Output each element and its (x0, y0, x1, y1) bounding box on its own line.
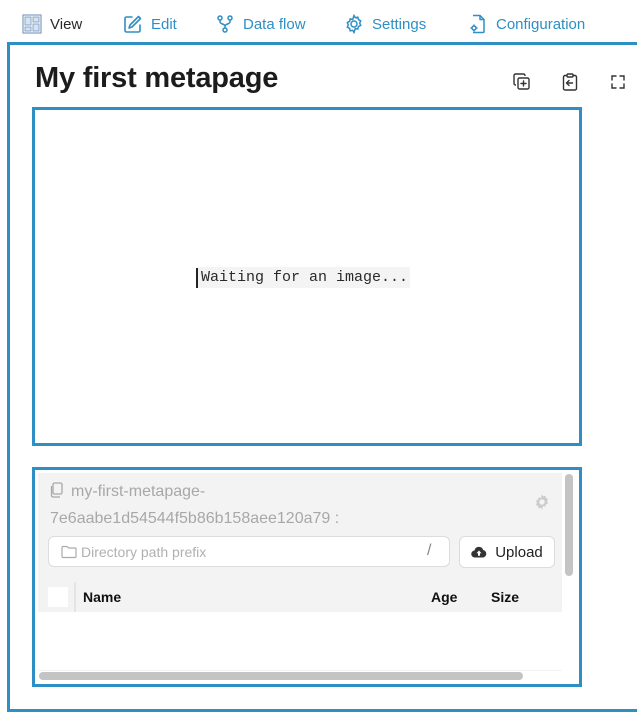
waiting-status: Waiting for an image... (198, 267, 411, 288)
nav-settings-label: Settings (372, 15, 427, 33)
bucket-name-line-1: my-first-metapage- (71, 483, 206, 500)
file-browser-content: my-first-metapage- 7e6aabe1d54544f5b86b1… (38, 473, 562, 671)
gear-icon (346, 14, 362, 34)
directory-prefix-input[interactable] (81, 543, 411, 561)
nav-view[interactable]: View (22, 12, 82, 36)
fullscreen-icon[interactable] (608, 72, 628, 92)
vertical-scrollbar[interactable] (565, 474, 573, 576)
nav-configuration-label: Configuration (496, 15, 586, 33)
column-header-size[interactable]: Size (491, 589, 519, 605)
column-header-name[interactable]: Name (83, 589, 121, 605)
page-title: My first metapage (35, 62, 279, 94)
image-viewer-panel: Waiting for an image... (32, 107, 582, 446)
copy-icon[interactable] (49, 482, 63, 498)
horizontal-scrollbar[interactable] (39, 672, 523, 680)
upload-button[interactable]: Upload (459, 536, 555, 568)
layout-icon (22, 14, 42, 34)
directory-prefix-field[interactable]: / (48, 536, 450, 567)
folder-icon (61, 545, 77, 559)
edit-icon (124, 15, 142, 33)
select-all-checkbox[interactable] (48, 587, 68, 607)
nav-settings[interactable]: Settings (344, 12, 426, 36)
path-separator: / (427, 542, 432, 559)
column-header-age[interactable]: Age (431, 589, 457, 605)
file-settings-icon (470, 14, 485, 34)
top-nav: View Edit Data flow Settings Configurati… (0, 0, 637, 44)
gear-icon[interactable] (533, 493, 551, 511)
bucket-name-line-2: 7e6aabe1d54544f5b86b158aee120a79 : (50, 510, 340, 527)
upload-label: Upload (495, 543, 543, 561)
nav-edit[interactable]: Edit (123, 12, 177, 36)
column-divider (74, 582, 76, 612)
table-header: Name Age Size (38, 582, 562, 612)
data-flow-icon (217, 15, 233, 33)
nav-edit-label: Edit (151, 15, 177, 33)
table-body (38, 612, 562, 670)
nav-configuration[interactable]: Configuration (468, 12, 585, 36)
nav-data-flow[interactable]: Data flow (215, 12, 306, 36)
file-browser-panel: my-first-metapage- 7e6aabe1d54544f5b86b1… (32, 467, 582, 687)
cloud-upload-icon (471, 546, 487, 558)
copy-add-icon[interactable] (512, 72, 532, 92)
nav-data-flow-label: Data flow (243, 15, 306, 33)
nav-view-label: View (50, 15, 83, 33)
clipboard-paste-icon[interactable] (560, 72, 580, 92)
